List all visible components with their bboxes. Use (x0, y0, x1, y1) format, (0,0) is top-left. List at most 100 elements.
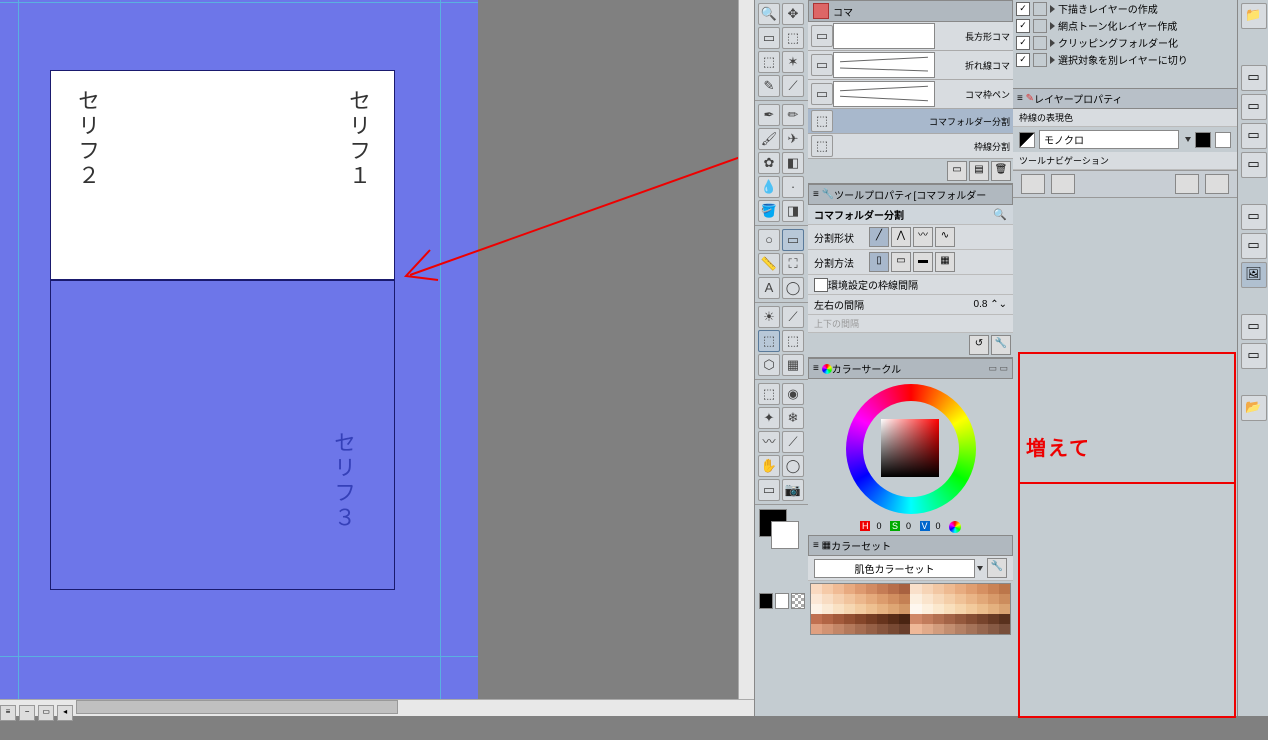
open-icon[interactable]: 📂 (1241, 395, 1267, 421)
pen-icon[interactable]: ✒ (758, 104, 780, 126)
dropdown-icon[interactable] (977, 566, 983, 571)
material1-icon[interactable]: ▭ (1241, 314, 1267, 340)
star-icon[interactable]: ✦ (758, 407, 780, 429)
zoom-out-icon[interactable]: − (19, 705, 35, 721)
prop-env-gap[interactable]: 環境設定の枠線間隔 (808, 275, 1013, 295)
material2-icon[interactable]: ▭ (1241, 343, 1267, 369)
method4-icon[interactable]: ▦ (935, 252, 955, 272)
shape-line-icon[interactable]: ╱ (869, 227, 889, 247)
color-chip-black[interactable] (759, 593, 773, 609)
camera-icon[interactable]: 📷 (782, 479, 804, 501)
reset-icon[interactable]: ↺ (969, 335, 989, 355)
shape-curve-icon[interactable]: 〰 (913, 227, 933, 247)
method1-icon[interactable]: ▯ (869, 252, 889, 272)
subtool-line-split[interactable]: ⬚ 枠線分割 (808, 134, 1013, 159)
fill-icon[interactable]: 🪣 (758, 200, 780, 222)
object-icon[interactable]: ▭ (758, 479, 780, 501)
expand-icon[interactable] (1050, 22, 1055, 30)
move-icon[interactable]: ✥ (782, 3, 804, 25)
color-set-preset[interactable]: 肌色カラーセット 🔧 (808, 556, 1013, 581)
hand-icon[interactable]: ✋ (758, 455, 780, 477)
canvas-scroll-h[interactable]: ≡ − ▭ ◂ (0, 699, 754, 716)
text-icon[interactable]: A (758, 277, 780, 299)
image-icon[interactable]: 🖼 (1241, 262, 1267, 288)
canvas-scroll-v[interactable] (738, 0, 755, 700)
hsv-circle-icon[interactable] (949, 521, 961, 533)
line2-icon[interactable]: ⟋ (782, 431, 804, 453)
subtool-rect-frame[interactable]: ▭ 長方形コマ (808, 22, 1013, 51)
zoom-fit-icon[interactable]: ▭ (38, 705, 54, 721)
nav3-icon[interactable] (1175, 174, 1199, 194)
quick-opt-4[interactable]: ✓選択対象を別レイヤーに切り (1013, 51, 1237, 68)
shape-poly-icon[interactable]: ⋀ (891, 227, 911, 247)
perspective-icon[interactable]: ⛶ (782, 253, 804, 275)
layer-move-icon[interactable]: ⬚ (782, 27, 804, 49)
expression-mode[interactable]: モノクロ (1013, 127, 1237, 152)
screentone-icon[interactable]: ▦ (782, 354, 804, 376)
panel-edit-icon[interactable]: ⬚ (782, 330, 804, 352)
black-swatch[interactable] (1195, 132, 1211, 148)
nav1-icon[interactable] (1021, 174, 1045, 194)
magnify-icon[interactable]: 🔍 (993, 208, 1007, 221)
checkbox[interactable]: ✓ (1016, 36, 1030, 50)
canvas-area[interactable]: セリフ１ セリフ２ セリフ３ (0, 0, 478, 700)
subtool-folder-split[interactable]: ⬚ コマフォルダー分割 (808, 109, 1013, 134)
curve-icon[interactable]: 〰 (758, 431, 780, 453)
dropdown-icon[interactable] (1185, 137, 1191, 142)
color-chip-white[interactable] (775, 593, 789, 609)
stack3-icon[interactable]: ▭ (1241, 123, 1267, 149)
bg-color[interactable] (771, 521, 799, 549)
checkbox[interactable]: ✓ (1016, 53, 1030, 67)
page2-icon[interactable]: ▭ (1241, 233, 1267, 259)
pencil-icon[interactable]: ✏ (782, 104, 804, 126)
subtool-frame-pen[interactable]: ▭ コマ枠ペン (808, 80, 1013, 109)
marquee-icon[interactable]: ⬚ (758, 51, 780, 73)
checkbox[interactable]: ✓ (1016, 2, 1030, 16)
page1-icon[interactable]: ▭ (1241, 204, 1267, 230)
menu-icon[interactable]: ≡ (813, 189, 819, 200)
color-sv-square[interactable] (881, 419, 939, 477)
checkbox[interactable]: ✓ (1016, 19, 1030, 33)
magnify-icon[interactable]: 🔍 (758, 3, 780, 25)
subtool-trash-icon[interactable]: 🗑 (991, 161, 1011, 181)
method2-icon[interactable]: ▭ (891, 252, 911, 272)
menu-icon[interactable]: ≡ (1017, 93, 1023, 104)
subtool-option1-icon[interactable]: ▭ (947, 161, 967, 181)
expand-icon[interactable] (1050, 5, 1055, 13)
canvas-menu-icon[interactable]: ≡ (0, 705, 16, 721)
quick-opt-2[interactable]: ✓網点トーン化レイヤー作成 (1013, 17, 1237, 34)
color-wheel[interactable] (846, 384, 976, 514)
stepper-icon[interactable]: ⌃⌄ (990, 299, 1007, 310)
show-icon[interactable]: ◉ (782, 383, 804, 405)
env-gap-checkbox[interactable] (814, 278, 828, 292)
hide-icon[interactable]: ⬚ (758, 383, 780, 405)
subtool-option2-icon[interactable]: ▤ (969, 161, 989, 181)
menu-icon[interactable]: ≡ (813, 363, 819, 374)
swatch-grid[interactable] (810, 583, 1011, 635)
eyedropper-icon[interactable]: ✎ (758, 75, 780, 97)
eraser-icon[interactable]: ◧ (782, 152, 804, 174)
nav4-icon[interactable] (1205, 174, 1229, 194)
frame-icon[interactable]: ▭ (782, 229, 804, 251)
expand-icon[interactable] (1050, 39, 1055, 47)
airbrush-icon[interactable]: ✈ (782, 128, 804, 150)
ruler-icon[interactable]: 📏 (758, 253, 780, 275)
balloon-icon[interactable]: ◯ (782, 277, 804, 299)
eraser-line-icon[interactable]: ⟋ (782, 75, 804, 97)
method3-icon[interactable]: ▬ (913, 252, 933, 272)
folder-icon[interactable]: 📁 (1241, 3, 1267, 29)
tab-icon[interactable]: ▭ ▭ (988, 363, 1008, 374)
operation-icon[interactable]: ▭ (758, 27, 780, 49)
white-swatch[interactable] (1215, 132, 1231, 148)
3d-icon[interactable]: ⬡ (758, 354, 780, 376)
manga-panel-1[interactable]: セリフ１ セリフ２ (50, 70, 395, 280)
expand-icon[interactable] (1050, 56, 1055, 64)
quick-opt-3[interactable]: ✓クリッピングフォルダー化 (1013, 34, 1237, 51)
snow-icon[interactable]: ❄ (782, 407, 804, 429)
deco-icon[interactable]: ✿ (758, 152, 780, 174)
auto-select-icon[interactable]: ✶ (782, 51, 804, 73)
lasso-icon[interactable]: ◯ (782, 455, 804, 477)
wrench-icon[interactable]: 🔧 (987, 558, 1007, 578)
stack1-icon[interactable]: ▭ (1241, 65, 1267, 91)
subtool-polyline-frame[interactable]: ▭ 折れ線コマ (808, 51, 1013, 80)
